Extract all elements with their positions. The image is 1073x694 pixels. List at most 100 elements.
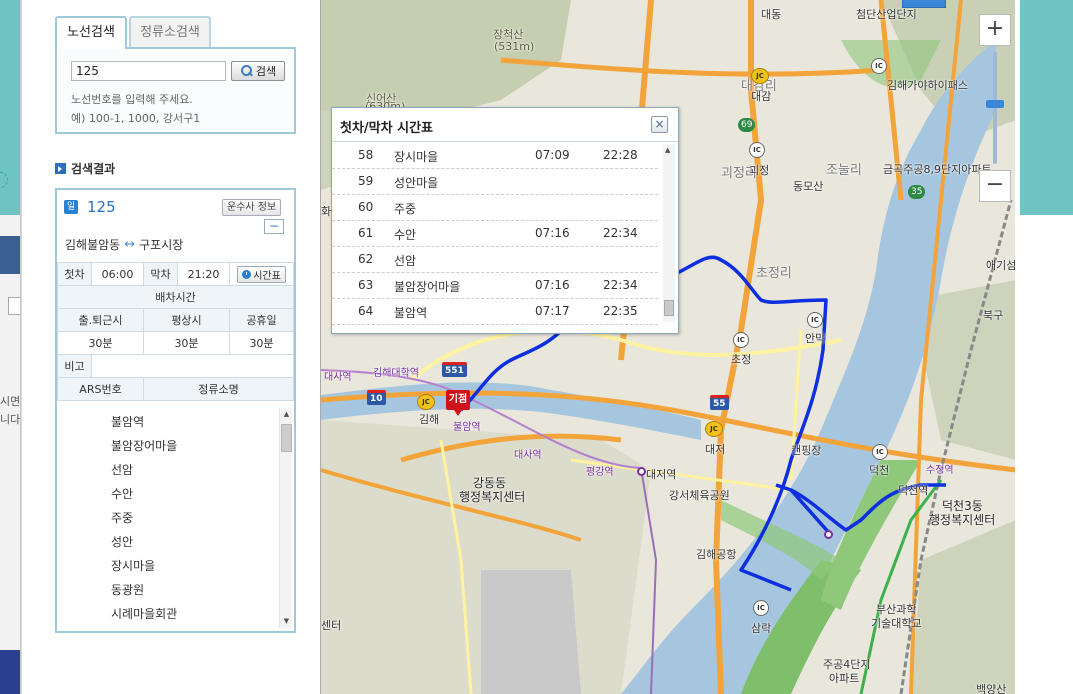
tab-stop-search[interactable]: 정류소검색 bbox=[129, 16, 211, 48]
background-text-2: 니다. bbox=[0, 414, 20, 426]
close-button[interactable]: × bbox=[651, 116, 668, 133]
stop-sequence: 64 bbox=[358, 304, 374, 318]
magnifier-icon bbox=[240, 65, 254, 77]
junction-icon: JC bbox=[751, 68, 769, 84]
zoom-slider-handle[interactable] bbox=[986, 100, 1004, 108]
zoom-in-button[interactable]: + bbox=[979, 14, 1011, 46]
list-item[interactable]: 주중 bbox=[57, 506, 294, 530]
map-label-place: 동모산 bbox=[793, 180, 824, 193]
list-item[interactable]: 불암역 bbox=[57, 410, 294, 434]
search-tabs: 노선검색 정류소검색 bbox=[55, 16, 213, 49]
map-canvas bbox=[321, 0, 1015, 694]
list-item[interactable]: 장시마을 bbox=[57, 554, 294, 578]
map-label-place: 괴정 bbox=[749, 164, 770, 177]
stop-list-scrollbar[interactable]: ▲ ▼ bbox=[279, 408, 292, 628]
table-row: 63 불암장어마을 07:16 22:34 bbox=[332, 273, 658, 299]
list-item[interactable]: 불암장어마을 bbox=[57, 434, 294, 458]
map-label-place: 초정 bbox=[731, 353, 752, 366]
first-bus-time: 07:16 bbox=[535, 278, 570, 292]
zoom-slider-track[interactable] bbox=[993, 52, 997, 164]
tab-route-search[interactable]: 노선검색 bbox=[55, 16, 127, 49]
timetable-dialog-title: 첫차/막차 시간표 bbox=[340, 121, 433, 136]
route-result-box: 일 125 운수사 정보 − 김해불암동 ↔ 구포시장 첫차 06:00 막차 … bbox=[55, 188, 296, 633]
table-row: 60 주중 bbox=[332, 195, 658, 221]
timetable-dialog-header: 첫차/막차 시간표 × bbox=[332, 108, 678, 142]
table-row: 62 선암 bbox=[332, 247, 658, 273]
search-button[interactable]: 검색 bbox=[231, 61, 285, 81]
map-label-place: 아파트 bbox=[829, 672, 860, 685]
route-start-marker[interactable]: 기점 bbox=[446, 390, 470, 416]
route-number-input[interactable] bbox=[71, 61, 226, 81]
list-item[interactable]: 동광원 bbox=[57, 578, 294, 602]
stop-name: 성안마을 bbox=[394, 176, 439, 190]
table-row: 59 성안마을 bbox=[332, 169, 658, 195]
route-shield-icon: 35 bbox=[908, 185, 926, 199]
search-panel-content: 노선검색 정류소검색 검색 노선번호를 입력해 주세요. 예) 100-1, 1… bbox=[21, 0, 297, 694]
first-bus-time: 06:00 bbox=[91, 262, 144, 286]
map-label-district: 초정리 bbox=[756, 266, 792, 281]
map-label-place: 애기섬 bbox=[986, 259, 1015, 272]
map-type-button[interactable] bbox=[902, 0, 946, 8]
map-label-place: 대동 bbox=[761, 8, 782, 21]
list-item[interactable]: 성안 bbox=[57, 530, 294, 554]
table-row: 58 장시마을 07:09 22:28 bbox=[332, 143, 658, 169]
clock-icon bbox=[242, 269, 252, 279]
junction-icon: JC bbox=[705, 421, 723, 437]
operator-info-button[interactable]: 운수사 정보 bbox=[222, 199, 282, 216]
search-button-label: 검색 bbox=[255, 65, 277, 78]
stop-list-scroll-thumb[interactable] bbox=[281, 424, 292, 452]
list-item[interactable]: 수안 bbox=[57, 482, 294, 506]
scroll-up-icon[interactable]: ▲ bbox=[665, 146, 670, 154]
stop-sequence: 63 bbox=[358, 278, 374, 292]
map-label-place: 기술대학교 bbox=[871, 617, 922, 630]
timetable-rows: 58 장시마을 07:09 22:28 59 성안마을 60 주중 61 수안 … bbox=[332, 143, 678, 333]
background-page-left bbox=[0, 215, 20, 694]
map-label-place: 첨단산업단지 bbox=[856, 8, 917, 21]
search-example-text: 예) 100-1, 1000, 강서구1 bbox=[71, 112, 201, 125]
background-input bbox=[8, 297, 20, 315]
map-label-station: 평강역 bbox=[586, 467, 614, 478]
timetable-scroll-thumb[interactable] bbox=[664, 300, 674, 316]
last-bus-time: 22:35 bbox=[603, 304, 638, 318]
route-number-link[interactable]: 125 bbox=[87, 198, 116, 216]
list-item[interactable]: 선암 bbox=[57, 458, 294, 482]
interval-value-holiday: 30분 bbox=[229, 331, 294, 355]
route-type-badge: 일 bbox=[64, 200, 78, 214]
bidirectional-arrow-icon: ↔ bbox=[124, 237, 136, 252]
stop-name: 불암역 bbox=[394, 306, 428, 320]
route-info-table: 첫차 06:00 막차 21:20 시간표 배차시간 출.퇴근시 평상시 공휴일… bbox=[57, 262, 294, 401]
last-bus-label: 막차 bbox=[143, 262, 178, 286]
highway-shield-icon: 10 bbox=[367, 390, 386, 405]
route-origin: 김해불암동 bbox=[65, 238, 121, 252]
map-label-place: 대감 bbox=[751, 90, 772, 103]
zoom-out-button[interactable]: − bbox=[979, 170, 1011, 202]
background-header-right bbox=[1015, 0, 1073, 215]
note-label: 비고 bbox=[57, 354, 92, 378]
interchange-icon: IC bbox=[872, 444, 888, 460]
timetable-button[interactable]: 시간표 bbox=[237, 265, 286, 283]
interval-header: 배차시간 bbox=[57, 285, 294, 309]
map-label-place: 금곡주공8,9단지아파트 bbox=[883, 163, 992, 176]
results-heading: 검색결과 bbox=[55, 160, 115, 177]
list-header-stop-name: 정류소명 bbox=[143, 377, 294, 401]
map-label-district: 조눌리 bbox=[826, 163, 862, 178]
scroll-up-icon[interactable]: ▲ bbox=[280, 408, 293, 421]
timetable-scrollbar[interactable]: ▲ bbox=[663, 144, 675, 322]
interchange-icon: IC bbox=[733, 332, 749, 348]
list-item[interactable]: 시례마을회관 bbox=[57, 602, 294, 626]
map-label-district: 행정복지센터 bbox=[459, 490, 526, 504]
map-label-place: 캔핑장 bbox=[791, 444, 822, 457]
last-bus-time: 22:34 bbox=[603, 226, 638, 240]
table-row: 64 불암역 07:17 22:35 bbox=[332, 299, 658, 325]
route-map[interactable]: 장척산 (531m) 신어산 (630m) 대동 첨단산업단지 김해가야하이패스… bbox=[320, 0, 1015, 694]
list-header-ars: ARS번호 bbox=[57, 377, 144, 401]
map-label-station: 대사역 bbox=[514, 450, 542, 461]
map-label-station: 불암역 bbox=[453, 422, 481, 433]
scroll-down-icon[interactable]: ▼ bbox=[280, 615, 293, 628]
map-label-district: 행정복지센터 bbox=[929, 513, 996, 527]
collapse-button[interactable]: − bbox=[264, 219, 284, 234]
bullet-arrow-icon bbox=[55, 163, 66, 174]
first-bus-time: 07:09 bbox=[535, 148, 570, 162]
background-footer-bar bbox=[0, 650, 20, 694]
route-shield-icon: 69 bbox=[738, 118, 756, 132]
